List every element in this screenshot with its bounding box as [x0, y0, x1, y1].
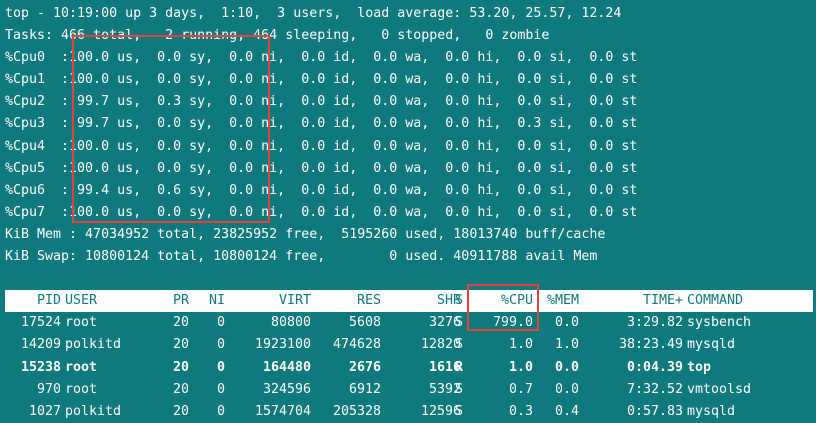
tasks-line: Tasks: 466 total, 2 running, 464 sleepin… [5, 28, 550, 44]
cell-command: vmtoolsd [687, 381, 752, 397]
cell-nice: 0 [216, 359, 225, 375]
cpu-line: %Cpu7 :100.0 us, 0.0 sy, 0.0 ni, 0.0 id,… [5, 204, 638, 220]
cell-nice: 0 [216, 315, 225, 331]
table-header: PID USER PR NI VIRT RES SHR S %CPU %MEM … [5, 290, 813, 313]
cpu-line: %Cpu1 :100.0 us, 0.0 sy, 0.0 ni, 0.0 id,… [5, 72, 638, 88]
cell-time: 7:32.52 [626, 381, 683, 397]
cell-virt: 1574704 [254, 403, 311, 419]
cell-state: S [455, 403, 464, 419]
cpu-line: %Cpu0 :100.0 us, 0.0 sy, 0.0 ni, 0.0 id,… [5, 50, 638, 66]
cell-pid: 17524 [20, 315, 61, 331]
header-ni: NI [208, 293, 225, 309]
cell-user: root [65, 315, 98, 331]
cell-res: 205328 [332, 403, 381, 419]
uptime-line: top - 10:19:00 up 3 days, 1:10, 3 users,… [5, 6, 622, 21]
cell-cpu: 1.0 [508, 359, 533, 375]
cell-state: S [455, 337, 464, 353]
cell-user: root [65, 381, 98, 397]
header-user: USER [65, 293, 98, 309]
cell-cpu: 1.0 [508, 337, 533, 353]
cell-user: root [65, 359, 98, 375]
process-table: 17524 root 20 0 80800 5608 3276 S 799.0 0.0 3:29.8… [5, 312, 813, 422]
table-row[interactable]: 1027 polkitd 20 0 1574704 205328 12596 S 0.3 0.4 0… [5, 401, 813, 423]
cell-res: 5608 [348, 315, 381, 331]
cell-state: S [455, 381, 464, 397]
cell-pid: 970 [36, 381, 61, 397]
table-row[interactable]: 970 root 20 0 324596 6912 5392 S 0.7 0.0 7:32.52 vm… [5, 379, 813, 401]
header-time: TIME+ [642, 293, 683, 309]
header-cpu: %CPU [500, 293, 533, 309]
cell-virt: 324596 [262, 381, 311, 397]
table-row[interactable]: 17524 root 20 0 80800 5608 3276 S 799.0 0.0 3:29.8… [5, 312, 813, 334]
cell-pid: 1027 [28, 403, 61, 419]
cpu-line: %Cpu2 : 99.7 us, 0.3 sy, 0.0 ni, 0.0 id,… [5, 94, 638, 110]
cell-nice: 0 [216, 381, 225, 397]
cell-priority: 20 [172, 381, 189, 397]
cell-cpu: 799.0 [492, 315, 533, 331]
header-command: COMMAND [687, 293, 744, 309]
mem-line: KiB Mem : 47034952 total, 23825952 free,… [5, 226, 606, 242]
header-mem: %MEM [546, 293, 579, 309]
header-virt: VIRT [278, 293, 311, 309]
cell-shr: 3276 [428, 315, 461, 331]
cell-pid: 15238 [20, 359, 61, 375]
cell-res: 6912 [348, 381, 381, 397]
cell-state: S [455, 315, 464, 331]
cell-mem: 1.0 [554, 337, 579, 353]
cell-res: 2676 [348, 359, 381, 375]
header-res: RES [356, 293, 381, 309]
cell-priority: 20 [172, 315, 189, 331]
cell-command: mysqld [687, 403, 736, 419]
cpu-line: %Cpu3 : 99.7 us, 0.0 sy, 0.0 ni, 0.0 id,… [5, 116, 638, 132]
cell-virt: 80800 [270, 315, 311, 331]
cell-time: 38:23.49 [618, 337, 683, 353]
header-pid: PID [36, 293, 61, 309]
cell-time: 0:57.83 [626, 403, 683, 419]
cell-time: 0:04.39 [626, 359, 683, 375]
cell-user: polkitd [65, 337, 122, 353]
cell-nice: 0 [216, 337, 225, 353]
header-state: S [455, 293, 464, 309]
cell-mem: 0.4 [554, 403, 579, 419]
header-shr: SHR [436, 293, 461, 309]
cpu-line: %Cpu4 :100.0 us, 0.0 sy, 0.0 ni, 0.0 id,… [5, 138, 638, 154]
cell-priority: 20 [172, 403, 189, 419]
cell-command: mysqld [687, 337, 736, 353]
cell-shr: 5392 [428, 381, 461, 397]
cell-virt: 1923100 [254, 337, 311, 353]
cell-command: sysbench [687, 315, 752, 331]
cell-state: R [455, 359, 464, 375]
cell-cpu: 0.3 [508, 403, 533, 419]
cpu-line: %Cpu5 :100.0 us, 0.0 sy, 0.0 ni, 0.0 id,… [5, 160, 638, 176]
cell-shr: 1616 [428, 359, 461, 375]
cell-priority: 20 [172, 359, 189, 375]
cell-nice: 0 [216, 403, 225, 419]
cell-res: 474628 [332, 337, 381, 353]
cell-virt: 164480 [262, 359, 311, 375]
cell-shr: 12596 [420, 403, 461, 419]
cell-cpu: 0.7 [508, 381, 533, 397]
swap-line: KiB Swap: 10800124 total, 10800124 free,… [5, 249, 598, 265]
cell-shr: 12820 [420, 337, 461, 353]
cell-time: 3:29.82 [626, 315, 683, 331]
cell-command: top [687, 359, 712, 375]
table-row[interactable]: 15238 root 20 0 164480 2676 1616 R 1.0 0.0 0:04.39… [5, 357, 813, 379]
terminal-window[interactable]: top - 10:19:00 up 3 days, 1:10, 3 users,… [5, 3, 813, 423]
cell-priority: 20 [172, 337, 189, 353]
cell-mem: 0.0 [554, 381, 579, 397]
cpu-line: %Cpu6 : 99.4 us, 0.6 sy, 0.0 ni, 0.0 id,… [5, 182, 638, 198]
table-row[interactable]: 14209 polkitd 20 0 1923100 474628 12820 S 1.0 1.0… [5, 334, 813, 356]
cell-mem: 0.0 [554, 315, 579, 331]
cell-mem: 0.0 [554, 359, 579, 375]
cell-user: polkitd [65, 403, 122, 419]
cell-pid: 14209 [20, 337, 61, 353]
header-pr: PR [172, 293, 189, 309]
